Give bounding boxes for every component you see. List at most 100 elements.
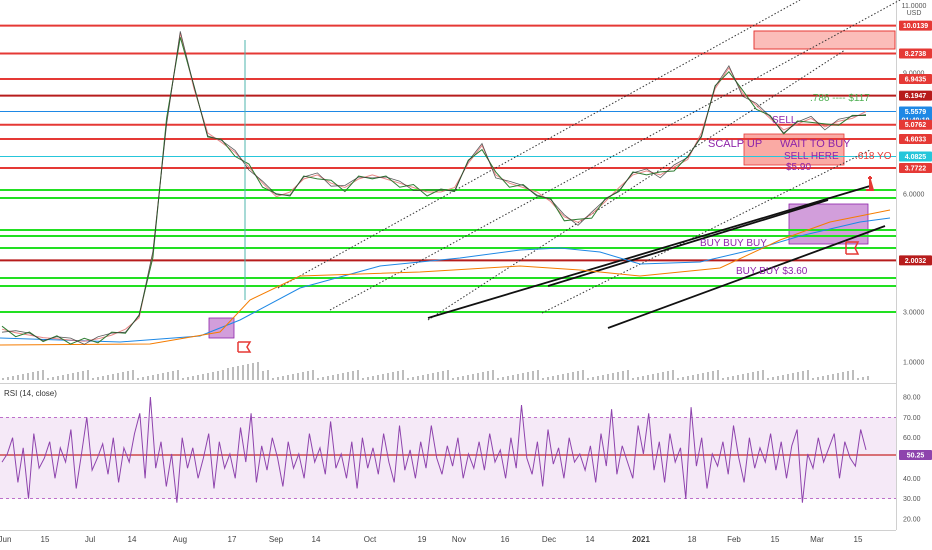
volume-bar — [852, 370, 854, 380]
time-axis-tick: 16 — [501, 535, 510, 544]
volume-bar — [412, 377, 414, 380]
volume-bar — [612, 373, 614, 380]
time-axis-tick: 14 — [312, 535, 321, 544]
volume-bar — [587, 378, 589, 380]
volume-bar — [677, 378, 679, 380]
chart-annotation-price: $5.90 — [786, 162, 811, 173]
chart-annotation: .618 YO — [855, 151, 892, 162]
volume-bar — [342, 373, 344, 380]
rsi-title: RSI (14, close) — [4, 389, 57, 398]
volume-bar — [27, 373, 29, 380]
price-tag-label: 6.9435 — [905, 77, 927, 84]
volume-bar — [172, 371, 174, 380]
price-axis-tick: 3.0000 — [903, 310, 925, 317]
volume-bar — [372, 376, 374, 380]
volume-bar — [367, 377, 369, 380]
volume-bar — [807, 370, 809, 380]
price-axis-tick: 6.0000 — [903, 192, 925, 199]
price-tag-label: 10.0139 — [903, 23, 928, 30]
volume-bar — [112, 374, 114, 380]
volume-bar — [427, 374, 429, 380]
volume-bar — [262, 371, 264, 380]
volume-bar — [37, 371, 39, 380]
volume-bar — [247, 364, 249, 380]
volume-bar — [712, 371, 714, 380]
volume-bar — [572, 372, 574, 380]
volume-bar — [627, 370, 629, 380]
volume-bar — [857, 378, 859, 380]
volume-bar — [337, 374, 339, 380]
time-axis-tick: Mar — [810, 535, 824, 544]
volume-bar — [692, 375, 694, 380]
volume-bar — [77, 372, 79, 380]
time-axis-tick: Aug — [173, 535, 187, 544]
volume-bar — [482, 372, 484, 380]
volume-bar — [707, 372, 709, 380]
volume-bar — [287, 375, 289, 380]
volume-bar — [512, 375, 514, 380]
chart-annotation: .786 ---- $117 — [810, 93, 870, 104]
volume-bar — [152, 375, 154, 380]
volume-bar — [217, 371, 219, 380]
volume-bar — [137, 378, 139, 380]
volume-bar — [417, 376, 419, 380]
volume-bar — [272, 378, 274, 380]
volume-bar — [57, 376, 59, 380]
volume-bar — [117, 373, 119, 380]
volume-bar — [757, 371, 759, 380]
volume-bar — [132, 370, 134, 380]
chart-annotation: WAIT TO BUY — [780, 138, 851, 150]
volume-bar — [237, 366, 239, 380]
price-tag-label: 4.6033 — [905, 136, 927, 143]
volume-bar — [537, 370, 539, 380]
volume-bar — [362, 378, 364, 380]
volume-bar — [777, 376, 779, 380]
volume-bar — [17, 375, 19, 380]
volume-bar — [492, 370, 494, 380]
volume-bar — [62, 375, 64, 380]
volume-bar — [242, 365, 244, 380]
price-tag-label: 5.5579 — [905, 109, 927, 116]
purple-zone-mar — [788, 203, 869, 245]
volume-bar — [802, 371, 804, 380]
chart-annotation: BUY BUY $3.60 — [736, 266, 808, 277]
volume-bar — [552, 376, 554, 380]
volume-bar — [182, 378, 184, 380]
time-axis-tick: 18 — [688, 535, 697, 544]
time-axis-tick: 15 — [854, 535, 863, 544]
volume-bar — [52, 377, 54, 380]
volume-bar — [687, 376, 689, 380]
volume-bar — [307, 371, 309, 380]
volume-bar — [277, 377, 279, 380]
time-axis-tick: 17 — [228, 535, 237, 544]
rsi-axis-tick: 40.00 — [903, 476, 921, 483]
volume-bar — [812, 378, 814, 380]
time-axis-tick: Dec — [542, 535, 556, 544]
volume-bar — [727, 377, 729, 380]
volume-bar — [47, 378, 49, 380]
volume-bar — [767, 378, 769, 380]
volume-bar — [317, 378, 319, 380]
volume-bar — [397, 371, 399, 380]
volume-bar — [532, 371, 534, 380]
volume-bar — [507, 376, 509, 380]
volume-bar — [177, 370, 179, 380]
chart-canvas[interactable]: 11.0000USD9.00006.00003.00001.000010.013… — [0, 0, 932, 550]
volume-bar — [377, 375, 379, 380]
volume-bar — [107, 375, 109, 380]
volume-bar — [632, 378, 634, 380]
volume-bar — [192, 376, 194, 380]
volume-bar — [782, 375, 784, 380]
rsi-band — [0, 417, 896, 499]
currency-top-label: 11.0000 — [902, 3, 927, 10]
rsi-value-label: 50.25 — [907, 453, 925, 460]
rsi-axis-tick: 80.00 — [903, 395, 921, 402]
chart-annotation: BUY BUY BUY — [700, 238, 767, 249]
rsi-axis-tick: 30.00 — [903, 496, 921, 503]
volume-bar — [292, 374, 294, 380]
chart-annotation: SELL HERE — [784, 151, 839, 162]
volume-bar — [357, 370, 359, 380]
volume-bar — [332, 375, 334, 380]
price-tag-label: 8.2738 — [905, 51, 927, 58]
time-axis-tick: Oct — [364, 535, 377, 544]
